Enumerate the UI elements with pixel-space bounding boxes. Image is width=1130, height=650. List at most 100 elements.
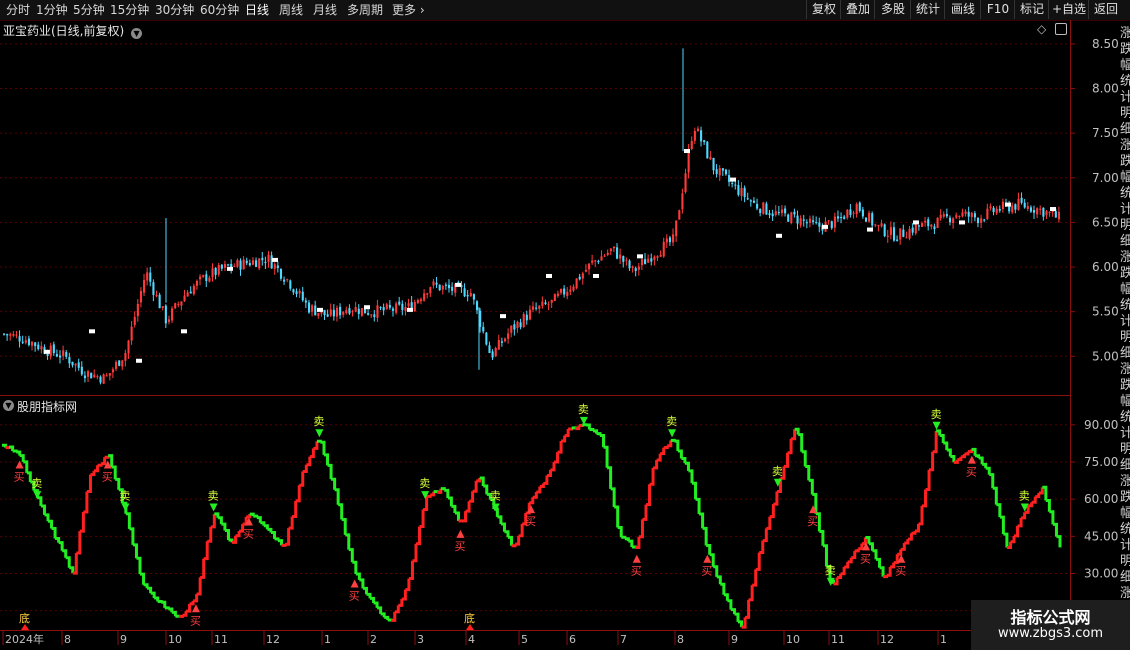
indicator-segment bbox=[1049, 510, 1055, 525]
candle-body bbox=[535, 307, 538, 309]
candle-body bbox=[914, 224, 917, 234]
indicator-segment bbox=[653, 459, 659, 470]
side-strip-char: 幅 bbox=[1120, 282, 1130, 297]
candle-body bbox=[283, 279, 286, 282]
candle-body bbox=[326, 314, 329, 317]
indicator-segment bbox=[922, 489, 928, 508]
indicator-segment bbox=[932, 430, 938, 454]
candle-body bbox=[311, 305, 314, 312]
indicator-segment bbox=[968, 449, 974, 454]
candle-body bbox=[892, 227, 896, 241]
indicator-segment bbox=[914, 523, 920, 533]
candle-body bbox=[864, 217, 868, 222]
indicator-segment bbox=[196, 577, 202, 596]
indicator-segment bbox=[907, 533, 913, 541]
price-marker bbox=[181, 329, 187, 334]
candle-body bbox=[40, 346, 43, 350]
candle-body bbox=[258, 258, 261, 269]
indicator-segment bbox=[182, 611, 188, 617]
indicator-segment bbox=[762, 528, 768, 543]
indicator-segment bbox=[454, 511, 460, 521]
candle-body bbox=[83, 375, 87, 379]
indicator-segment bbox=[65, 556, 71, 568]
candle-body bbox=[519, 322, 522, 328]
time-tick-label: 10 bbox=[168, 633, 182, 646]
candle-body bbox=[195, 280, 199, 286]
time-tick-label: 6 bbox=[569, 633, 576, 646]
candle-body bbox=[438, 284, 441, 291]
price-tick-label: 8.50 bbox=[1092, 37, 1119, 51]
indicator-segment bbox=[171, 610, 177, 617]
candle-body bbox=[68, 357, 71, 364]
indicator-segment bbox=[447, 496, 453, 507]
candle-body bbox=[843, 216, 846, 219]
candle-body bbox=[640, 259, 644, 266]
candle-body bbox=[345, 309, 348, 314]
candle-body bbox=[332, 309, 335, 317]
indicator-segment bbox=[324, 453, 330, 466]
indicator-segment bbox=[348, 548, 354, 563]
time-tick-label: 1 bbox=[324, 633, 331, 646]
candle-body bbox=[833, 216, 836, 228]
candle-body bbox=[696, 128, 700, 132]
time-tick-label: 2024年 bbox=[5, 632, 44, 646]
candle-body bbox=[836, 216, 840, 219]
indicator-segment bbox=[872, 549, 878, 560]
buy-arrow-icon bbox=[456, 529, 465, 538]
side-strip-char: 跌 bbox=[1120, 266, 1130, 281]
side-stats-strip[interactable]: 涨跌幅统计明细涨跌幅统计明细涨跌幅统计明细涨跌幅统计明细涨跌幅统计明细涨跌幅 bbox=[1120, 20, 1130, 630]
candle-body bbox=[840, 217, 843, 219]
indicator-segment bbox=[946, 448, 952, 457]
candle-body bbox=[12, 334, 15, 336]
candle-body bbox=[416, 300, 419, 303]
sell-signal-label: 卖 bbox=[419, 477, 430, 490]
indicator-segment bbox=[1052, 522, 1058, 537]
candle-body bbox=[426, 293, 429, 295]
candle-body bbox=[644, 259, 647, 265]
indicator-segment bbox=[596, 432, 602, 436]
indicator-segment bbox=[193, 593, 199, 603]
indicator-segment bbox=[784, 452, 790, 468]
candle-body bbox=[208, 277, 211, 282]
indicator-segment bbox=[497, 515, 503, 524]
candle-body bbox=[223, 263, 227, 268]
indicator-segment bbox=[394, 605, 400, 614]
side-strip-char: 细 bbox=[1120, 458, 1130, 473]
candle-body bbox=[236, 259, 239, 267]
side-strip-char: 明 bbox=[1120, 106, 1130, 121]
watermark-url: www.zbgs3.com bbox=[997, 626, 1104, 641]
indicator-segment bbox=[104, 455, 110, 459]
buy-signal-label: 买 bbox=[701, 565, 712, 578]
indicator-tick-label: 60.00 bbox=[1084, 492, 1118, 506]
indicator-segment bbox=[476, 478, 482, 483]
candle-body bbox=[874, 224, 877, 226]
candle-body bbox=[796, 215, 799, 224]
indicator-segment bbox=[341, 517, 347, 535]
candle-body bbox=[945, 214, 948, 217]
candle-body bbox=[690, 140, 693, 149]
candle-body bbox=[793, 211, 796, 215]
sell-signal-label: 卖 bbox=[119, 490, 130, 503]
indicator-segment bbox=[568, 427, 574, 431]
sell-signal-label: 卖 bbox=[313, 415, 324, 428]
candle-body bbox=[1042, 207, 1045, 217]
indicator-segment bbox=[1031, 496, 1037, 504]
candle-body bbox=[267, 254, 270, 262]
side-strip-char: 统 bbox=[1120, 522, 1130, 537]
time-tick-label: 9 bbox=[120, 633, 127, 646]
candle-body bbox=[976, 217, 980, 224]
indicator-segment bbox=[730, 608, 736, 615]
indicator-segment bbox=[844, 561, 850, 569]
candle-body bbox=[192, 285, 195, 295]
chart-canvas[interactable]: 5.005.506.006.507.007.508.008.50 买买买买买买买… bbox=[0, 0, 1130, 650]
indicator-segment bbox=[727, 599, 733, 610]
indicator-segment bbox=[554, 452, 560, 464]
time-tick-label: 7 bbox=[620, 633, 627, 646]
indicator-segment bbox=[433, 490, 439, 494]
indicator-segment bbox=[713, 565, 719, 577]
candle-body bbox=[588, 263, 591, 270]
price-marker bbox=[44, 349, 50, 354]
buy-signal-label: 买 bbox=[895, 565, 906, 578]
candle-body bbox=[631, 266, 634, 268]
candle-body bbox=[55, 354, 59, 357]
